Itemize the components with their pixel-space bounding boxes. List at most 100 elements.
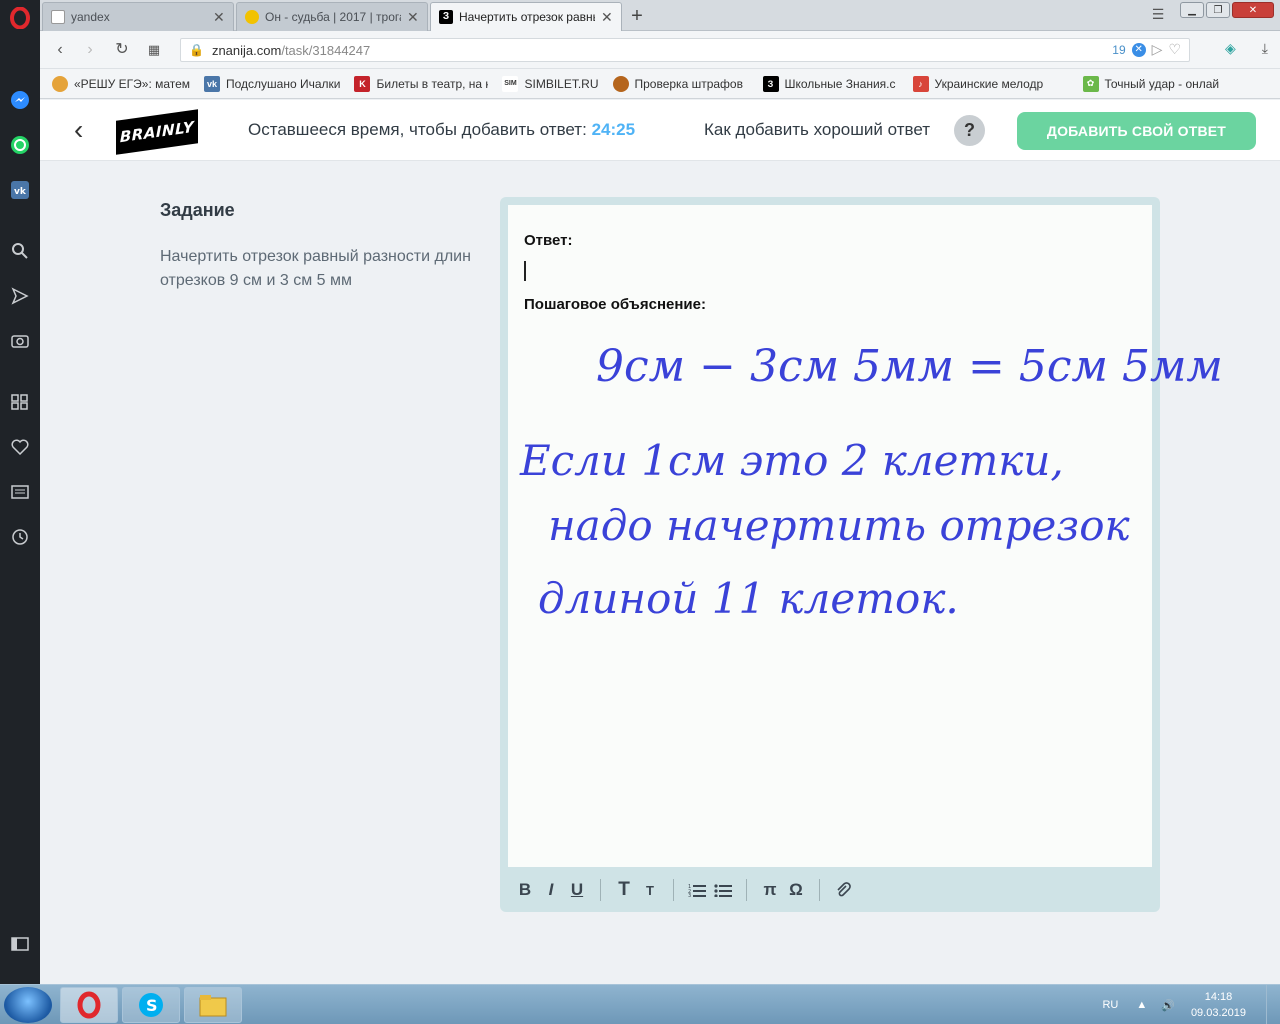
speed-dial-icon[interactable]: [8, 390, 32, 414]
tab-menu-icon[interactable]: ☰: [1148, 6, 1168, 24]
bold-button[interactable]: B: [512, 877, 538, 903]
tabs-overview-icon[interactable]: ▦: [144, 40, 164, 60]
toolbar-divider: [819, 879, 820, 901]
pi-button[interactable]: π: [757, 877, 783, 903]
svg-text:S: S: [146, 996, 158, 1015]
taskbar-opera[interactable]: [60, 987, 118, 1023]
maximize-button[interactable]: ❐: [1206, 2, 1230, 18]
search-icon[interactable]: [8, 239, 32, 263]
tab-strip: yandex ✕ Он - судьба | 2017 | трога ✕ З …: [40, 0, 1280, 31]
close-icon[interactable]: ✕: [407, 9, 419, 26]
url-input[interactable]: 🔒 znanija.com/task/31844247 19 ✕ ▷ ♡: [180, 38, 1190, 62]
bookmark-item[interactable]: ♪ Украинские мелодр: [912, 75, 1069, 92]
bookmark-label: Школьные Знания.c: [784, 76, 896, 91]
bookmark-label: «РЕШУ ЕГЭ»: матема: [74, 76, 190, 91]
start-button[interactable]: [4, 987, 52, 1023]
toolbar-icons: ◈ ⤓: [1225, 40, 1268, 57]
bookmark-label: Украинские мелодр: [934, 76, 1044, 91]
bookmark-item[interactable]: Проверка штрафов: [612, 75, 749, 92]
new-tab-button[interactable]: +: [626, 5, 648, 27]
reload-icon[interactable]: ↻: [112, 40, 132, 60]
bookmark-heart-icon[interactable]: ♡: [1168, 41, 1181, 58]
volume-icon[interactable]: 🔊: [1161, 999, 1175, 1012]
editor-area[interactable]: Ответ: Пошаговое объяснение: 9см − 3см 5…: [508, 205, 1223, 867]
tab-title: Он - судьба | 2017 | трога: [265, 10, 401, 24]
bookmark-item[interactable]: ✿ Точный удар - онлай: [1082, 75, 1229, 92]
games-icon: ✿: [1082, 75, 1099, 92]
bookmark-item[interactable]: З Школьные Знания.c: [762, 75, 899, 92]
address-bar: ‹ › ↻ ▦ 🔒 znanija.com/task/31844247 19 ✕…: [40, 31, 1280, 69]
tab-yandex[interactable]: yandex ✕: [42, 2, 234, 31]
bullet-list-icon[interactable]: [710, 877, 736, 903]
messenger-icon[interactable]: [8, 88, 32, 112]
url-extras: 19 ✕ ▷ ♡: [1112, 41, 1181, 58]
attachment-icon[interactable]: [830, 877, 856, 903]
timer-label: Оставшееся время, чтобы добавить ответ:: [248, 120, 587, 139]
camera-icon[interactable]: [8, 328, 32, 352]
adblock-icon[interactable]: ✕: [1131, 42, 1146, 57]
underline-button[interactable]: U: [564, 877, 590, 903]
back-arrow-icon[interactable]: ‹: [74, 116, 83, 144]
clock[interactable]: 14:18 09.03.2019: [1191, 989, 1246, 1021]
show-desktop-button[interactable]: [1266, 985, 1280, 1024]
lock-icon: 🔒: [189, 43, 204, 57]
bookmark-item[interactable]: SIM SIMBILET.RU: [502, 75, 599, 92]
simbilet-icon: SIM: [502, 75, 519, 92]
vk-icon: vk: [204, 75, 220, 92]
opera-icon: [77, 991, 101, 1019]
toolbar-divider: [600, 879, 601, 901]
brainly-logo[interactable]: BRAINLY: [116, 109, 198, 155]
clock-time: 14:18: [1204, 991, 1233, 1003]
toolbar-divider: [673, 879, 674, 901]
kassir-icon: K: [354, 75, 371, 92]
back-icon[interactable]: ‹: [50, 40, 70, 60]
tab-title: Начертить отрезок равны: [459, 10, 595, 24]
folder-icon: [199, 995, 227, 1017]
sidebar-toggle-icon[interactable]: [8, 932, 32, 956]
share-icon[interactable]: ▷: [1152, 41, 1163, 58]
heading-small-button[interactable]: T: [637, 877, 663, 903]
whatsapp-icon[interactable]: [8, 133, 32, 157]
download-icon[interactable]: ⤓: [1262, 40, 1268, 57]
znanija-icon: З: [762, 75, 779, 92]
italic-button[interactable]: I: [538, 877, 564, 903]
reshu-ege-icon: [52, 75, 68, 92]
document-icon: [51, 10, 65, 24]
tray-expand-icon[interactable]: ▲: [1136, 999, 1147, 1011]
close-icon[interactable]: ✕: [213, 9, 225, 26]
tv-icon: ♪: [912, 75, 929, 92]
howto-link[interactable]: Как добавить хороший ответ: [704, 120, 930, 140]
language-indicator[interactable]: RU: [1102, 999, 1118, 1011]
bookmark-item[interactable]: K Билеты в театр, на к: [354, 75, 489, 92]
url-path: /task/31844247: [281, 42, 371, 58]
omega-button[interactable]: Ω: [783, 877, 809, 903]
bookmark-label: Билеты в театр, на к: [376, 76, 489, 91]
history-icon[interactable]: [8, 525, 32, 549]
time-remaining: Оставшееся время, чтобы добавить ответ: …: [248, 120, 635, 140]
window-close-button[interactable]: ✕: [1232, 2, 1274, 18]
tab-znanija[interactable]: З Начертить отрезок равны ✕: [430, 2, 622, 31]
vk-icon[interactable]: vk: [8, 178, 32, 202]
add-answer-button[interactable]: ДОБАВИТЬ СВОЙ ОТВЕТ: [1017, 112, 1256, 150]
taskbar-explorer[interactable]: [184, 987, 242, 1023]
timer-value: 24:25: [591, 120, 636, 139]
news-icon[interactable]: [8, 480, 32, 504]
ordered-list-icon[interactable]: 123: [684, 877, 710, 903]
vpn-icon[interactable]: ◈: [1225, 40, 1236, 57]
heading-large-button[interactable]: T: [611, 877, 637, 903]
taskbar-skype[interactable]: S: [122, 987, 180, 1023]
opera-menu-icon[interactable]: [8, 6, 32, 30]
minimize-button[interactable]: ▁: [1180, 2, 1204, 18]
send-icon[interactable]: [8, 284, 32, 308]
close-icon[interactable]: ✕: [601, 9, 613, 26]
task-text: Начертить отрезок равный разности длин о…: [160, 248, 471, 289]
url-host: znanija.com: [211, 42, 282, 58]
bookmark-item[interactable]: vk Подслушано Ичалки: [204, 75, 340, 92]
help-icon[interactable]: ?: [954, 115, 985, 146]
bookmark-item[interactable]: «РЕШУ ЕГЭ»: матема: [52, 75, 190, 92]
forward-icon[interactable]: ›: [80, 40, 100, 60]
heart-icon[interactable]: [8, 435, 32, 459]
system-tray: RU ▲ 🔊 14:18 09.03.2019: [1102, 985, 1280, 1024]
video-site-icon: [245, 10, 259, 24]
tab-video[interactable]: Он - судьба | 2017 | трога ✕: [236, 2, 428, 31]
